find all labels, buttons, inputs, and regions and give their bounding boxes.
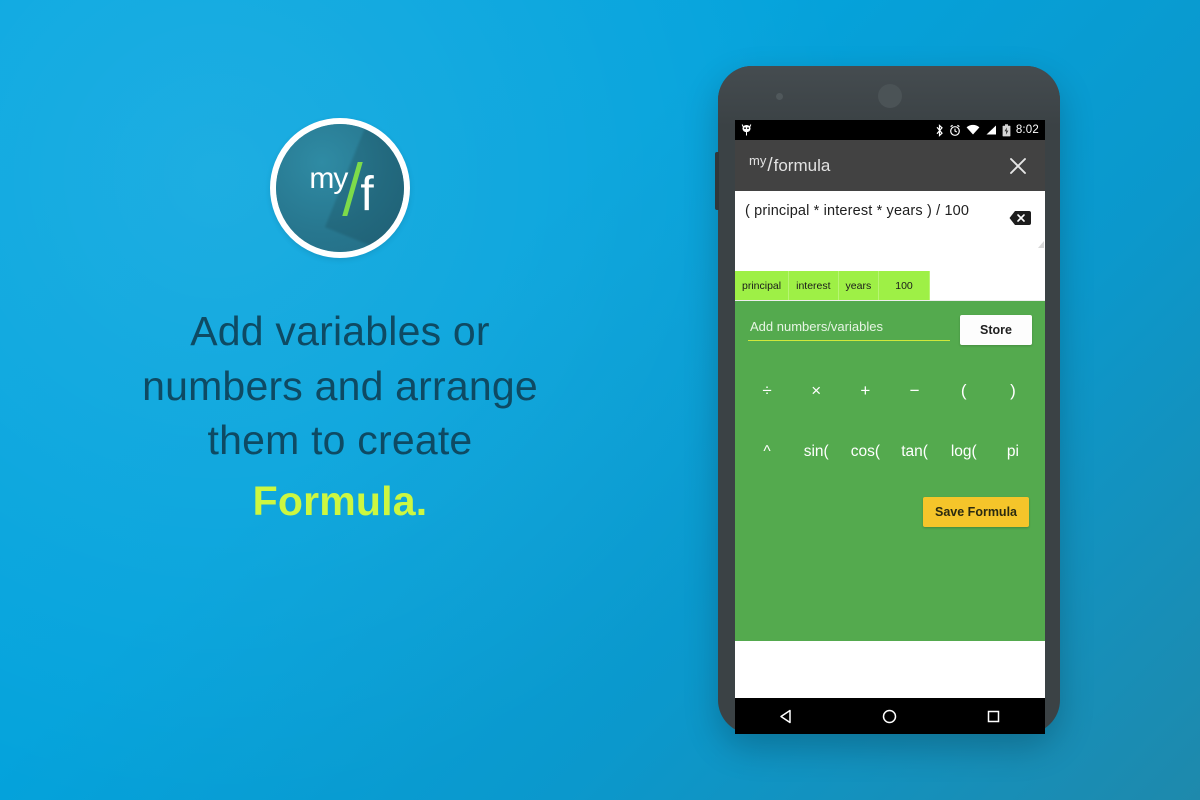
- clear-button[interactable]: [1009, 210, 1031, 226]
- promo-panel: my f Add variables or numbers and arrang…: [0, 0, 680, 800]
- formula-display-area[interactable]: ( principal * interest * years ) / 100: [735, 191, 1045, 271]
- app-bar: my / formula: [735, 140, 1045, 191]
- operator-plus[interactable]: +: [850, 381, 880, 401]
- operator-multiply[interactable]: ×: [801, 381, 831, 401]
- headline-accent: Formula.: [252, 477, 428, 524]
- cellular-signal-icon: [986, 125, 996, 135]
- function-log[interactable]: log(: [949, 443, 979, 461]
- app-logo: my f: [270, 118, 410, 258]
- scroll-indicator: [1038, 241, 1044, 248]
- promo-headline: Add variables or numbers and arrange the…: [142, 304, 538, 528]
- function-sin[interactable]: sin(: [801, 443, 831, 461]
- operator-minus[interactable]: −: [900, 381, 930, 401]
- logo-wordmark: my f: [276, 124, 404, 252]
- headline-line-1: Add variables or: [190, 308, 490, 354]
- function-tan[interactable]: tan(: [900, 443, 930, 461]
- wifi-icon: [966, 124, 980, 135]
- operator-close-paren[interactable]: ): [998, 381, 1028, 401]
- headline-line-2: numbers and arrange: [142, 362, 538, 409]
- app-title-slash: /: [767, 154, 773, 176]
- close-button[interactable]: [1005, 153, 1031, 179]
- proximity-sensor-dot: [776, 93, 783, 100]
- app-title-formula: formula: [773, 155, 831, 175]
- operator-row-2: ^ sin( cos( tan( log( pi: [748, 443, 1032, 461]
- android-notification-icon: [741, 123, 752, 135]
- add-variable-row: Store: [748, 315, 1032, 345]
- battery-charging-icon: [1002, 123, 1011, 136]
- alarm-clock-icon: [949, 124, 960, 136]
- back-triangle-icon: [780, 709, 791, 723]
- status-bar-notifications: [741, 123, 752, 137]
- close-icon: [1010, 157, 1026, 174]
- nav-recents-button[interactable]: [985, 708, 1002, 725]
- recents-square-icon: [987, 710, 1000, 722]
- formula-expression: ( principal * interest * years ) / 100: [745, 203, 970, 219]
- volume-button[interactable]: [715, 152, 719, 210]
- constant-pi[interactable]: pi: [998, 443, 1028, 461]
- headline-line-3: them to create: [207, 417, 473, 464]
- nav-home-button[interactable]: [881, 708, 898, 725]
- variable-chip[interactable]: 100: [879, 271, 930, 300]
- variable-chip[interactable]: interest: [789, 271, 839, 300]
- operator-divide[interactable]: ÷: [752, 381, 782, 401]
- home-circle-icon: [883, 709, 897, 723]
- keypad-panel: Store ÷ × + − ( ) ^ sin( cos( tan( log( …: [735, 301, 1045, 641]
- store-button[interactable]: Store: [960, 315, 1032, 345]
- operator-power[interactable]: ^: [752, 443, 782, 461]
- logo-my-text: my: [309, 162, 348, 195]
- app-title: my / formula: [749, 152, 831, 177]
- phone-screen: 8:02 my / formula ( principal * interest…: [735, 120, 1045, 734]
- status-bar: 8:02: [735, 120, 1045, 140]
- nav-back-button[interactable]: [778, 708, 795, 725]
- operator-row-1: ÷ × + − ( ): [748, 381, 1032, 401]
- variable-chip-row: principal interest years 100: [735, 271, 1045, 301]
- operator-open-paren[interactable]: (: [949, 381, 979, 401]
- add-numbers-variables-input[interactable]: [748, 315, 951, 341]
- logo-f-text: f: [360, 167, 373, 221]
- phone-mockup: 8:02 my / formula ( principal * interest…: [715, 66, 1060, 734]
- app-title-my: my: [749, 152, 767, 168]
- save-row: Save Formula: [748, 497, 1032, 527]
- bluetooth-icon: [936, 123, 943, 137]
- save-formula-button[interactable]: Save Formula: [923, 497, 1029, 527]
- variable-chip[interactable]: years: [838, 271, 880, 300]
- function-cos[interactable]: cos(: [850, 443, 880, 461]
- status-bar-clock: 8:02: [1015, 124, 1039, 136]
- android-nav-bar: [735, 698, 1045, 734]
- status-bar-indicators: 8:02: [935, 123, 1039, 137]
- variable-chip[interactable]: principal: [735, 271, 790, 300]
- backspace-clear-icon: [1009, 211, 1031, 225]
- front-camera-circle: [878, 84, 902, 108]
- logo-ring: my f: [270, 118, 410, 258]
